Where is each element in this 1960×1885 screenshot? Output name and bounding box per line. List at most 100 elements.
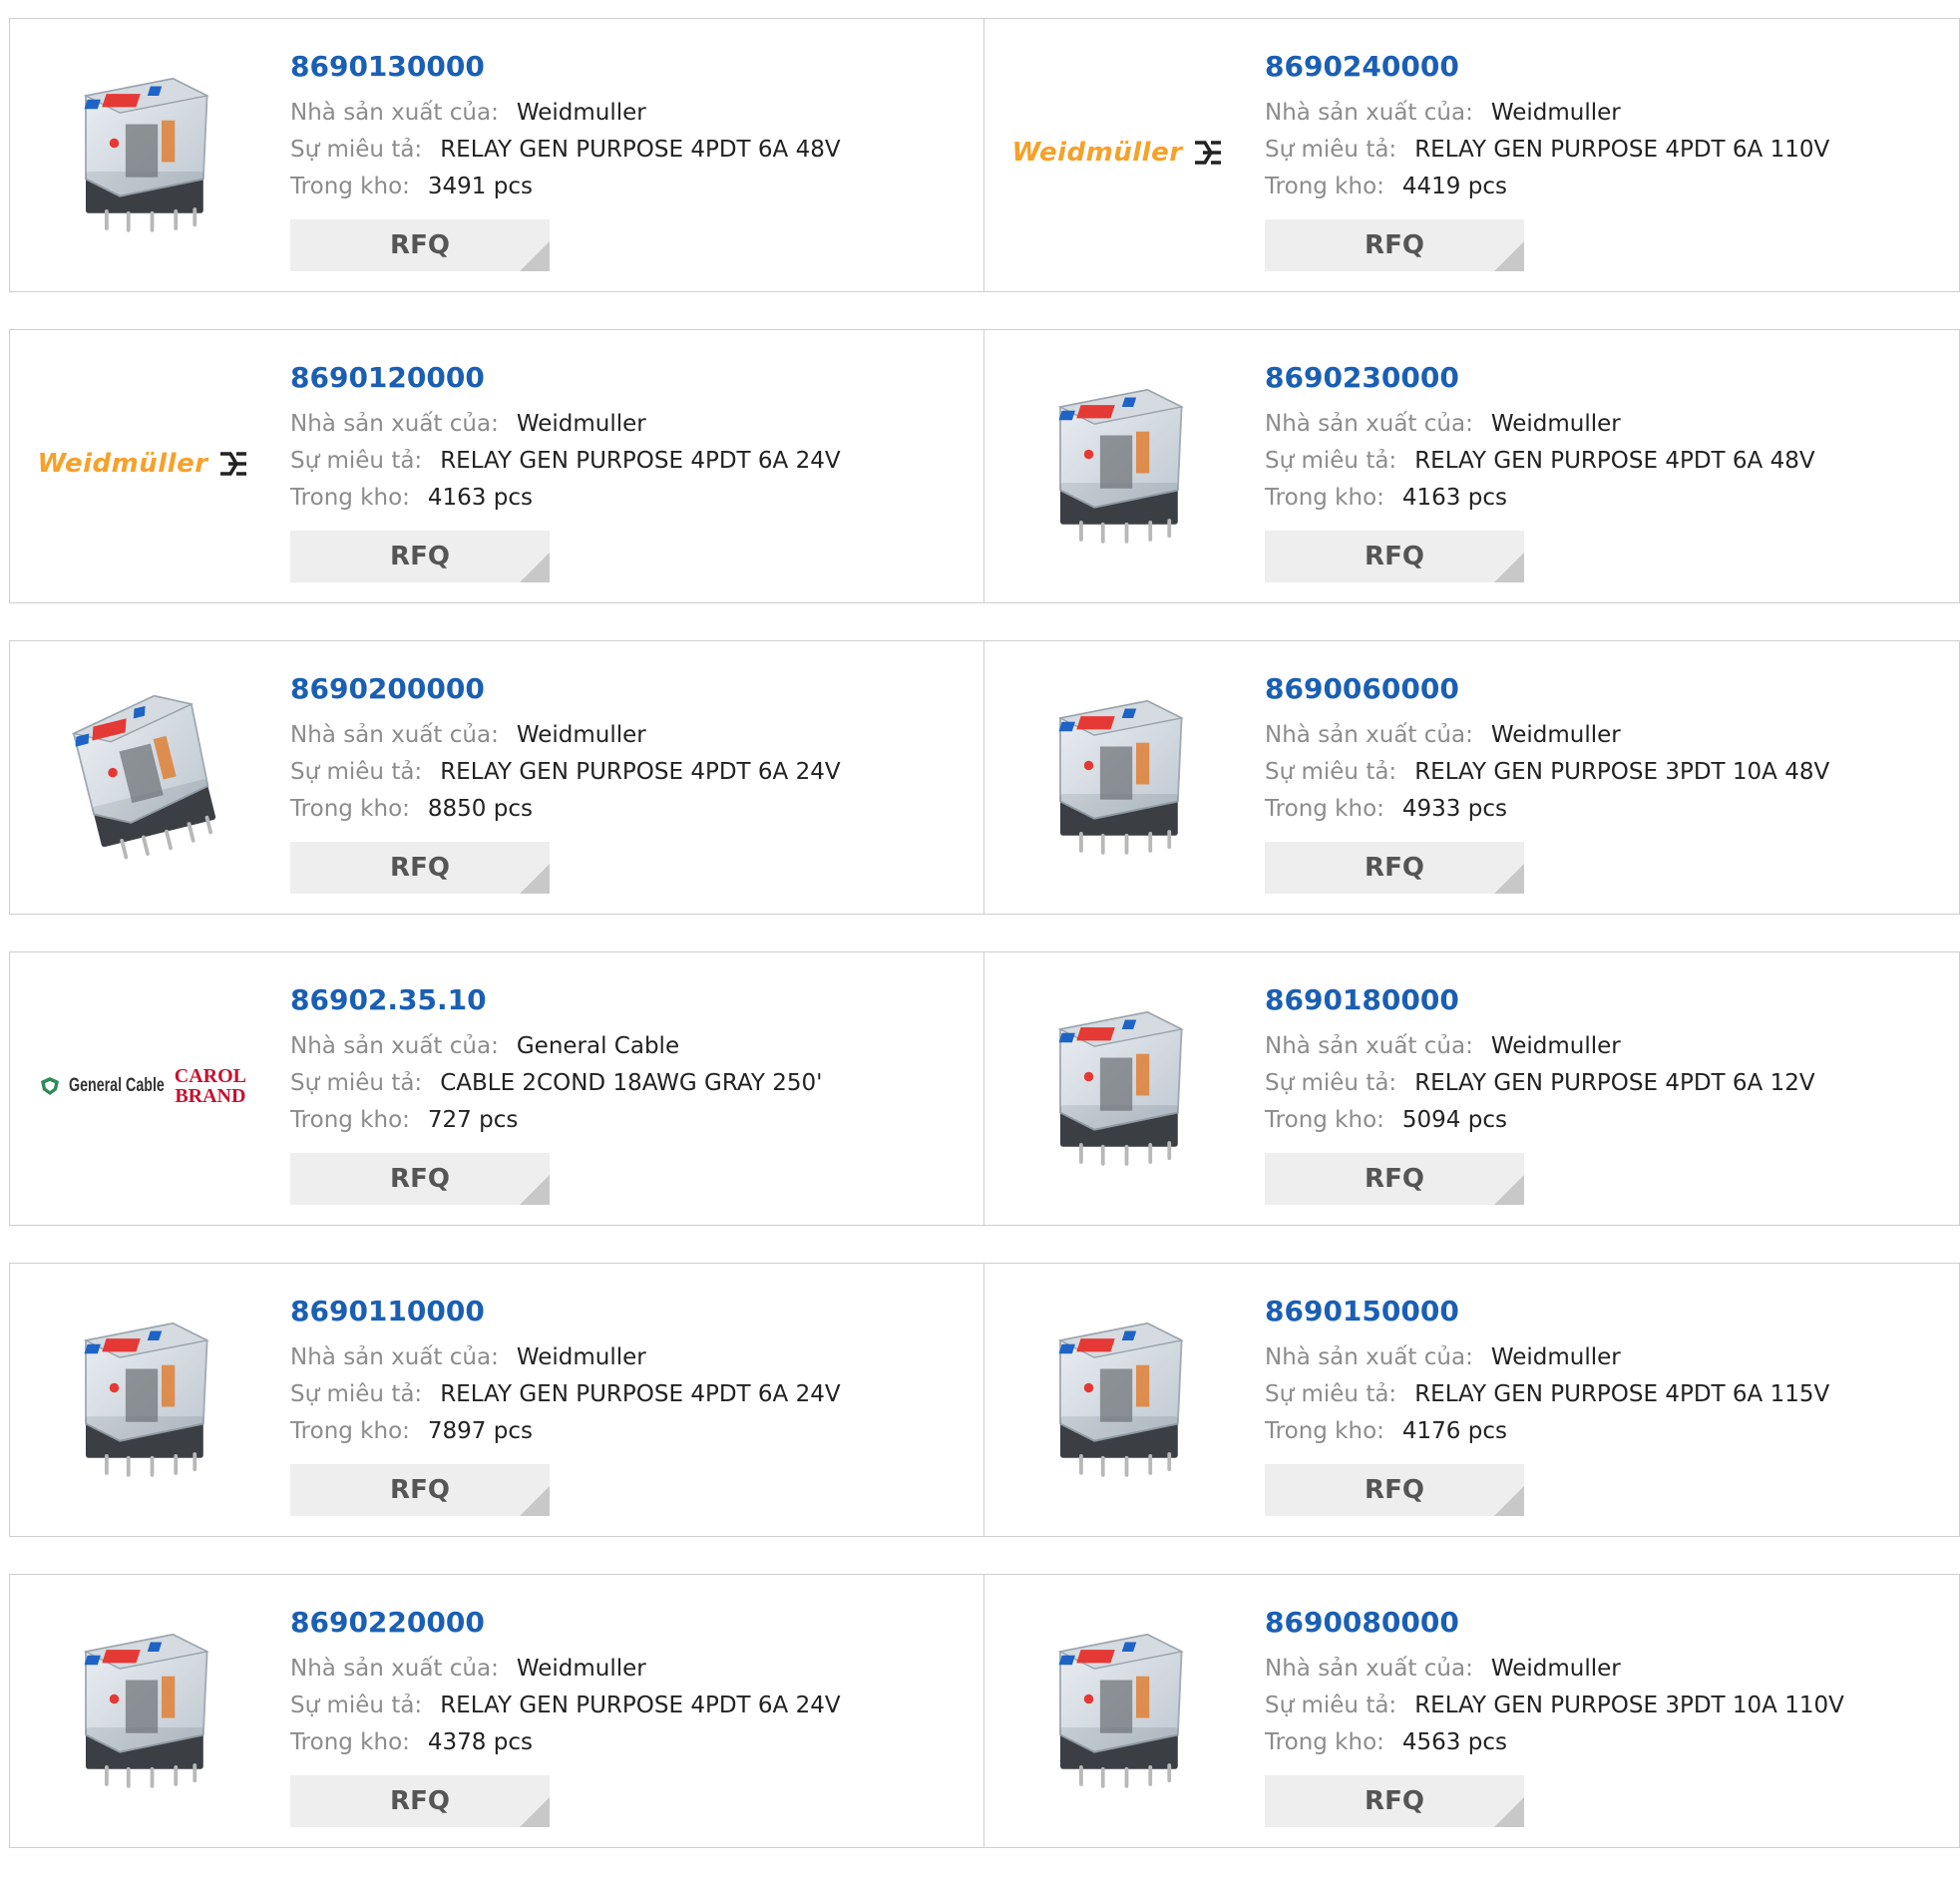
description-label: Sự miêu tả: <box>1265 1693 1397 1718</box>
product-info: 86902.35.10 Nhà sản xuất của: General Cab… <box>290 982 974 1139</box>
product-info: 8690220000 Nhà sản xuất của: Weidmuller S… <box>290 1605 974 1761</box>
rfq-label: RFQ <box>1365 230 1424 260</box>
rfq-button[interactable]: RFQ <box>1265 1775 1524 1827</box>
part-number-link[interactable]: 8690150000 <box>1265 1294 1949 1329</box>
weidmuller-logo-text: Weidmüller <box>1011 138 1183 168</box>
corner-decoration <box>1494 864 1524 894</box>
rfq-button[interactable]: RFQ <box>290 842 550 894</box>
rfq-button[interactable]: RFQ <box>1265 219 1524 271</box>
part-number-link[interactable]: 86902.35.10 <box>290 982 974 1018</box>
product-card: 8690230000 Nhà sản xuất của: Weidmuller S… <box>984 329 1960 603</box>
manufacturer-row: Nhà sản xuất của: Weidmuller <box>290 95 974 132</box>
part-number-link[interactable]: 8690120000 <box>290 360 974 396</box>
rfq-button[interactable]: RFQ <box>290 219 550 271</box>
product-image[interactable] <box>1017 1298 1217 1497</box>
rfq-button[interactable]: RFQ <box>290 1153 550 1205</box>
corner-decoration <box>520 1797 550 1827</box>
manufacturer-value: General Cable <box>516 1033 680 1059</box>
rfq-button[interactable]: RFQ <box>1265 842 1524 894</box>
description-value: RELAY GEN PURPOSE 4PDT 6A 115V <box>1414 1381 1830 1407</box>
stock-label: Trong kho: <box>1265 174 1384 199</box>
rfq-label: RFQ <box>1365 853 1424 883</box>
stock-value: 4176 pcs <box>1401 1418 1507 1444</box>
product-image[interactable] <box>1017 364 1217 564</box>
description-value: RELAY GEN PURPOSE 4PDT 6A 24V <box>440 1693 841 1718</box>
manufacturer-label: Nhà sản xuất của: <box>1265 411 1473 437</box>
rfq-button[interactable]: RFQ <box>290 1775 550 1827</box>
product-image[interactable]: Weidmüller <box>37 364 246 564</box>
stock-label: Trong kho: <box>1265 1729 1384 1755</box>
product-image[interactable] <box>43 675 242 875</box>
stock-label: Trong kho: <box>290 796 410 822</box>
stock-label: Trong kho: <box>1265 1107 1384 1133</box>
rfq-label: RFQ <box>1365 1786 1424 1816</box>
rfq-button[interactable]: RFQ <box>1265 531 1524 582</box>
part-number-link[interactable]: 8690220000 <box>290 1605 974 1641</box>
part-number-link[interactable]: 8690130000 <box>290 49 974 85</box>
product-image[interactable] <box>1017 675 1217 875</box>
part-number-link[interactable]: 8690080000 <box>1265 1605 1949 1641</box>
product-info: 8690110000 Nhà sản xuất của: Weidmuller S… <box>290 1294 974 1450</box>
rfq-label: RFQ <box>390 853 450 883</box>
weidmuller-symbol-icon <box>219 452 246 476</box>
stock-row: Trong kho: 4378 pcs <box>290 1724 974 1761</box>
stock-row: Trong kho: 4419 pcs <box>1265 169 1949 205</box>
product-image[interactable] <box>1017 1609 1217 1808</box>
stock-row: Trong kho: 4563 pcs <box>1265 1724 1949 1761</box>
relay-photo-icon <box>1057 1010 1184 1166</box>
product-image[interactable] <box>43 1298 242 1497</box>
stock-row: Trong kho: 4163 pcs <box>1265 480 1949 517</box>
manufacturer-label: Nhà sản xuất của: <box>1265 722 1473 748</box>
product-image[interactable] <box>43 1609 242 1808</box>
description-row: Sự miêu tả: RELAY GEN PURPOSE 4PDT 6A 115… <box>1265 1376 1949 1413</box>
product-grid: 8690130000 Nhà sản xuất của: Weidmuller S… <box>9 18 1960 1885</box>
product-card: 8690080000 Nhà sản xuất của: Weidmuller S… <box>984 1574 1960 1848</box>
part-number-link[interactable]: 8690110000 <box>290 1294 974 1329</box>
product-image[interactable]: General Cable CAROL BRAND <box>41 986 246 1186</box>
rfq-button[interactable]: RFQ <box>1265 1464 1524 1516</box>
product-card: Weidmüller 8690240000 Nhà sản xuất của: W… <box>984 18 1960 292</box>
rfq-button[interactable]: RFQ <box>1265 1153 1524 1205</box>
part-number-link[interactable]: 8690240000 <box>1265 49 1949 85</box>
product-image[interactable] <box>43 53 242 252</box>
part-number-link[interactable]: 8690180000 <box>1265 982 1949 1018</box>
weidmuller-logo: Weidmüller <box>1011 138 1222 168</box>
manufacturer-row: Nhà sản xuất của: Weidmuller <box>290 406 974 443</box>
part-number-link[interactable]: 8690230000 <box>1265 360 1949 396</box>
corner-decoration <box>520 1175 550 1205</box>
product-row: 8690200000 Nhà sản xuất của: Weidmuller S… <box>9 640 1960 915</box>
product-info: 8690240000 Nhà sản xuất của: Weidmuller S… <box>1265 49 1949 205</box>
part-number-link[interactable]: 8690060000 <box>1265 671 1949 707</box>
description-label: Sự miêu tả: <box>1265 759 1397 785</box>
rfq-button[interactable]: RFQ <box>290 531 550 582</box>
product-row: 8690130000 Nhà sản xuất của: Weidmuller S… <box>9 18 1960 292</box>
description-value: RELAY GEN PURPOSE 3PDT 10A 110V <box>1414 1693 1844 1718</box>
product-info: 8690150000 Nhà sản xuất của: Weidmuller S… <box>1265 1294 1949 1450</box>
stock-label: Trong kho: <box>1265 796 1384 822</box>
stock-value: 4163 pcs <box>1401 485 1507 511</box>
corner-decoration <box>1494 1175 1524 1205</box>
product-image[interactable]: Weidmüller <box>1011 53 1221 252</box>
stock-value: 4933 pcs <box>1401 796 1507 822</box>
manufacturer-row: Nhà sản xuất của: Weidmuller <box>1265 1028 1949 1065</box>
manufacturer-label: Nhà sản xuất của: <box>290 1033 499 1059</box>
relay-photo-icon <box>1057 388 1184 544</box>
manufacturer-row: Nhà sản xuất của: Weidmuller <box>290 717 974 754</box>
product-image[interactable] <box>1017 986 1217 1186</box>
description-row: Sự miêu tả: RELAY GEN PURPOSE 4PDT 6A 24V <box>290 1688 974 1724</box>
rfq-button[interactable]: RFQ <box>290 1464 550 1516</box>
product-card: 8690200000 Nhà sản xuất của: Weidmuller S… <box>9 640 984 915</box>
manufacturer-label: Nhà sản xuất của: <box>1265 1656 1473 1682</box>
description-value: RELAY GEN PURPOSE 4PDT 6A 24V <box>440 448 841 474</box>
weidmuller-symbol-icon <box>1194 141 1221 165</box>
description-value: RELAY GEN PURPOSE 4PDT 6A 24V <box>440 1381 841 1407</box>
stock-label: Trong kho: <box>290 485 410 511</box>
manufacturer-value: Weidmuller <box>516 1656 646 1682</box>
part-number-link[interactable]: 8690200000 <box>290 671 974 707</box>
description-value: RELAY GEN PURPOSE 4PDT 6A 12V <box>1414 1070 1815 1096</box>
rfq-label: RFQ <box>1365 1164 1424 1194</box>
manufacturer-label: Nhà sản xuất của: <box>290 1656 499 1682</box>
stock-value: 3491 pcs <box>427 174 533 199</box>
rfq-label: RFQ <box>1365 1475 1424 1505</box>
stock-label: Trong kho: <box>1265 485 1384 511</box>
